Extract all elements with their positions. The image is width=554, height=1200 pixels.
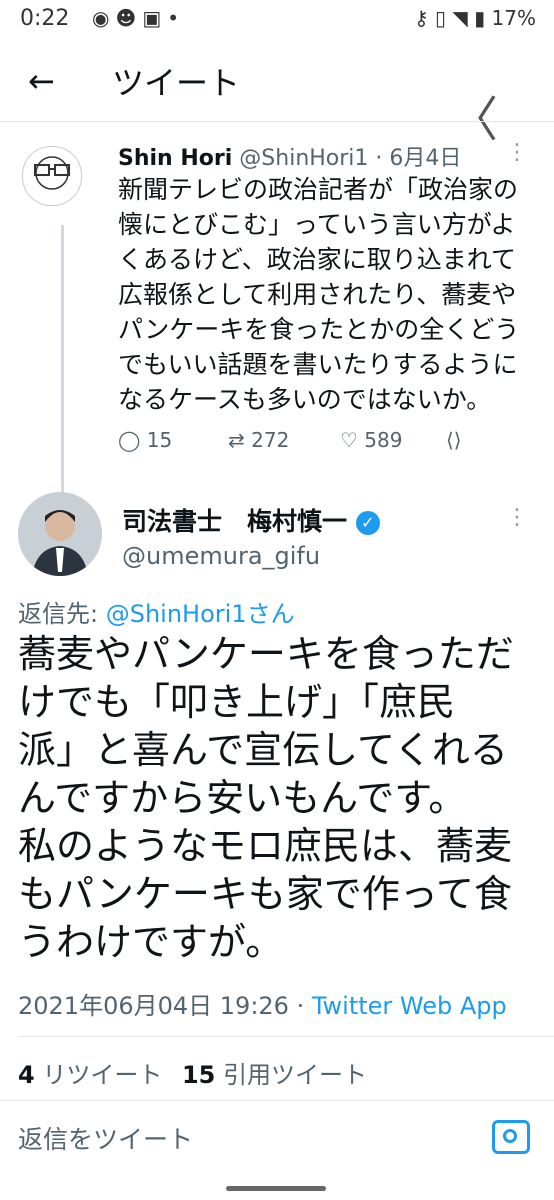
reply-context: 返信先: @ShinHori1さん [18, 594, 295, 629]
text-line: けでも「叩き上げ」「庶民 [18, 680, 456, 724]
quoted-author-handle: @ShinHori1 [239, 146, 369, 171]
quoted-date: · 6月4日 [375, 146, 462, 171]
reply-icon: ◯ [118, 428, 141, 452]
avatar[interactable] [18, 492, 102, 576]
verified-badge-icon: ✓ [355, 511, 380, 535]
quoted-tweet-header: Shin Hori @ShinHori1 · 6月4日 [118, 140, 461, 172]
camera-icon[interactable] [492, 1120, 530, 1154]
author-handle[interactable]: @umemura_gifu [122, 542, 320, 570]
like-count: 589 [364, 428, 403, 452]
battery-percent: 17% [491, 6, 536, 30]
share-icon[interactable]: ⟨⟩ [446, 428, 462, 452]
system-icons: ⚷ ▯ ◥ ▮ 17% [414, 6, 536, 30]
text-line: もパンケーキも家で作って食 [18, 872, 513, 916]
quoted-tweet-text: 新聞テレビの政治記者が「政治家の 懐にとびこむ」っていう言い方がよ くあるけど、… [118, 172, 538, 417]
like-button[interactable]: ♡ 589 [340, 428, 402, 452]
tweet-stats: 4 リツイート 15 引用ツイート [18, 1055, 367, 1090]
reply-prefix: 返信先: [18, 600, 99, 628]
game-icon: ▣ [142, 6, 168, 30]
gesture-bar [226, 1186, 326, 1191]
battery-icon: ▮ [474, 6, 486, 30]
quote-stat[interactable]: 15 引用ツイート [182, 1061, 367, 1089]
divider [18, 1036, 554, 1037]
back-arrow-icon[interactable]: ← [28, 62, 55, 100]
reply-button[interactable]: ◯ 15 [118, 428, 172, 452]
messenger-icon: ◉ [92, 6, 116, 30]
source-link[interactable]: Twitter Web App [312, 992, 507, 1020]
text-line: んですから安いもんです。 [18, 776, 467, 820]
retweet-count: 272 [251, 428, 290, 452]
text-line: なるケースも多いのではないか。 [118, 385, 492, 414]
text-line: 懐にとびこむ」っていう言い方がよ [118, 210, 516, 239]
retweet-icon: ⇄ [228, 428, 245, 452]
more-options-icon[interactable]: ⋮ [506, 505, 528, 530]
text-line: くあるけど、政治家に取り込まれて [118, 245, 517, 274]
reply-to-link[interactable]: @ShinHori1さん [106, 600, 295, 628]
status-bar: 0:22 ◉☻▣• ⚷ ▯ ◥ ▮ 17% [0, 0, 554, 40]
discord-icon: ☻ [115, 6, 143, 30]
text-line: 新聞テレビの政治記者が「政治家の [118, 175, 519, 204]
quote-count: 15 [181, 1061, 216, 1089]
dot-icon: • [167, 6, 186, 30]
more-options-icon[interactable]: ⋮ [506, 140, 528, 165]
text-line: パンケーキを食ったとかの全くどう [118, 315, 520, 344]
status-time: 0:22 [20, 6, 70, 31]
text-line: でもいい話題を書いたりするように [118, 350, 518, 379]
author-name-text: 司法書士 梅村慎一 [122, 507, 348, 536]
thread-line [61, 225, 64, 495]
text-line: 私のようなモロ庶民は、蕎麦 [18, 824, 513, 868]
retweet-label: リツイート [42, 1061, 163, 1089]
reply-input[interactable]: 返信をツイート [18, 1120, 193, 1156]
reply-count: 15 [146, 428, 173, 452]
quote-label: 引用ツイート [223, 1061, 368, 1089]
retweet-count: 4 [18, 1061, 35, 1089]
key-icon: ⚷ [414, 6, 429, 30]
author-name[interactable]: 司法書士 梅村慎一 ✓ [122, 502, 380, 538]
page-title: ツイート [112, 64, 241, 102]
heart-icon: ♡ [340, 428, 358, 452]
avatar[interactable] [22, 146, 82, 206]
app-header: ← ツイート 〈 [0, 40, 554, 148]
retweet-button[interactable]: ⇄ 272 [228, 428, 289, 452]
notification-icons: ◉☻▣• [92, 6, 185, 30]
divider [0, 1100, 554, 1101]
timestamp-text: 2021年06月04日 19:26 · [18, 992, 305, 1020]
tweet-timestamp: 2021年06月04日 19:26 · Twitter Web App [18, 986, 507, 1021]
text-line: 広報係として利用されたり、蕎麦や [118, 280, 517, 309]
text-line: うわけですが。 [18, 920, 284, 964]
tweet-text: 蕎麦やパンケーキを食っただ けでも「叩き上げ」「庶民 派」と喜んで宣伝してくれる… [18, 630, 538, 966]
wifi-icon: ◥ [452, 6, 468, 30]
header-divider [0, 121, 554, 122]
vibrate-icon: ▯ [435, 6, 447, 30]
quoted-author-name[interactable]: Shin Hori [118, 146, 232, 171]
text-line: 蕎麦やパンケーキを食っただ [18, 632, 514, 676]
retweet-stat[interactable]: 4 リツイート [18, 1061, 162, 1089]
tweet-actions: ◯ 15 ⇄ 272 ♡ 589 ⟨⟩ [118, 428, 518, 458]
text-line: 派」と喜んで宣伝してくれる [18, 728, 508, 772]
